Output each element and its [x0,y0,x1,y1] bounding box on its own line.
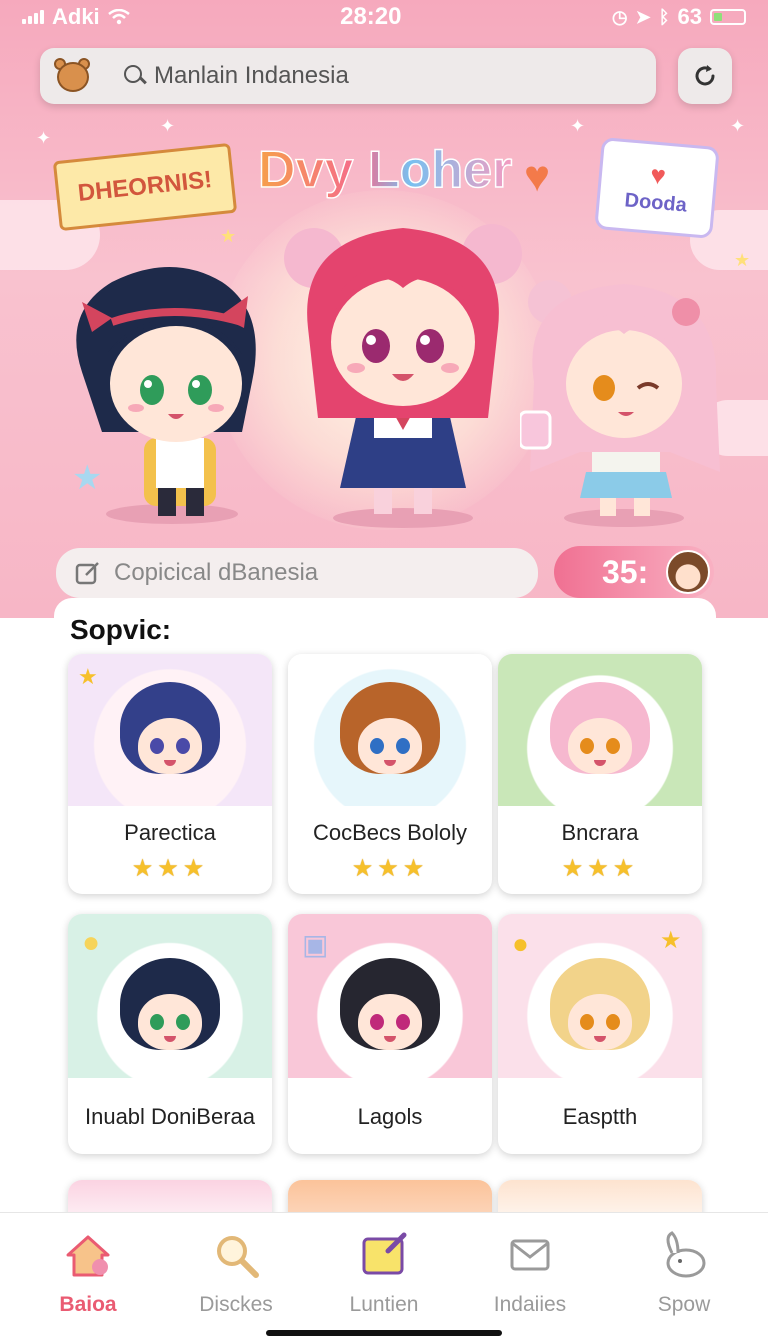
alarm-icon: ◷ [611,6,628,27]
battery-percent: 63 [677,4,702,29]
character-illustration-right [520,280,720,527]
character-illustration-center [284,224,522,528]
bottom-tab-bar: Baioa Disckes Luntien Indaiies Spow [0,1212,768,1344]
refresh-icon [695,65,715,86]
character-name: Bncrara [561,820,639,845]
sparkle-icon: ✦ [570,116,586,136]
heart-icon: ♥ [649,158,668,191]
compose-placeholder: Copicical dBanesia [114,559,319,586]
character-portrait: ▣ [288,914,492,1078]
bunny-icon [656,1227,712,1283]
tab-home[interactable]: Baioa [18,1227,158,1327]
carrier-name: Adki [52,4,100,29]
tab-label: Baioa [59,1293,117,1316]
note-pencil-icon [356,1227,412,1283]
character-name: Lagols [357,1104,423,1129]
location-icon: ➤ [635,6,651,27]
sparkle-icon: ✦ [730,116,746,136]
character-card[interactable]: Bncrara ★★★ [498,654,702,894]
sparkle-icon: ★ [220,226,237,246]
character-illustration-left [76,267,256,524]
wifi-icon [107,9,130,25]
character-portrait: ● [68,914,272,1078]
bluetooth-icon: ᛒ [658,6,670,27]
tab-inbox[interactable]: Indaiies [460,1227,600,1327]
chat-bubble-icon: ▣ [302,929,329,960]
character-portrait [498,654,702,806]
compose-input[interactable]: Copicical dBanesia [56,548,538,598]
character-card[interactable]: CocBecs Bololy ★★★ [288,654,492,894]
hero-ribbon-banner: DHEORNIS! [52,142,238,232]
edit-icon [75,562,99,585]
magnifier-icon [208,1227,264,1283]
star-icon: ★ [660,927,682,954]
signal-icon [22,10,44,24]
avatar [666,550,710,594]
battery-icon [710,9,746,25]
rating-stars: ★★★ [561,855,639,882]
character-name: Easptth [562,1104,638,1129]
tab-label: Spow [657,1293,711,1316]
search-icon [124,65,146,87]
search-bar[interactable]: Manlain Indanesia [40,48,656,104]
heart-icon: ♥ [524,152,551,201]
refresh-button[interactable] [678,48,732,104]
sun-icon: ● [512,928,529,959]
status-bar: Adki 28:20 ◷ ➤ ᛒ 63 [0,0,768,34]
status-time: 28:20 [340,3,402,30]
tab-label: Luntien [349,1293,419,1316]
character-card[interactable]: ▣ Lagols [288,914,492,1154]
character-name: CocBecs Bololy [312,820,468,845]
tab-profile[interactable]: Spow [614,1227,754,1327]
sparkle-icon: ✦ [36,128,52,148]
envelope-icon [502,1227,558,1283]
character-card[interactable]: ● Inuabl DoniBeraa [68,914,272,1154]
star-icon: ★ [78,664,98,689]
section-title: Sopvic: [70,614,172,645]
character-portrait: ★ [68,654,272,806]
tab-create[interactable]: Luntien [314,1227,454,1327]
sparkle-icon: ★ [734,250,751,270]
character-card[interactable]: ★ Parectica ★★★ [68,654,272,894]
character-card[interactable]: ● ★ Easptth [498,914,702,1154]
chick-icon: ● [82,926,101,959]
home-icon [60,1227,116,1283]
search-input[interactable]: Manlain Indanesia [154,62,349,90]
tab-discover[interactable]: Disckes [166,1227,306,1327]
character-portrait: ● ★ [498,914,702,1078]
tab-label: Disckes [199,1293,273,1316]
counter-badge[interactable]: 35: [554,546,714,598]
rating-stars: ★★★ [351,855,429,882]
speech-bubble[interactable]: ♥ Dooda [594,137,720,239]
bear-avatar-icon[interactable] [54,56,92,96]
hero-title: Dvy Loher [257,140,513,200]
tab-label: Indaiies [493,1293,567,1316]
home-indicator [266,1330,502,1336]
rating-stars: ★★★ [131,855,209,882]
character-portrait [288,654,492,806]
sparkle-icon: ✦ [160,116,176,136]
character-name: Parectica [124,820,216,845]
character-name: Inuabl DoniBeraa [84,1104,255,1129]
counter-value: 35: [602,553,649,590]
speech-bubble-label: Dooda [623,188,688,217]
